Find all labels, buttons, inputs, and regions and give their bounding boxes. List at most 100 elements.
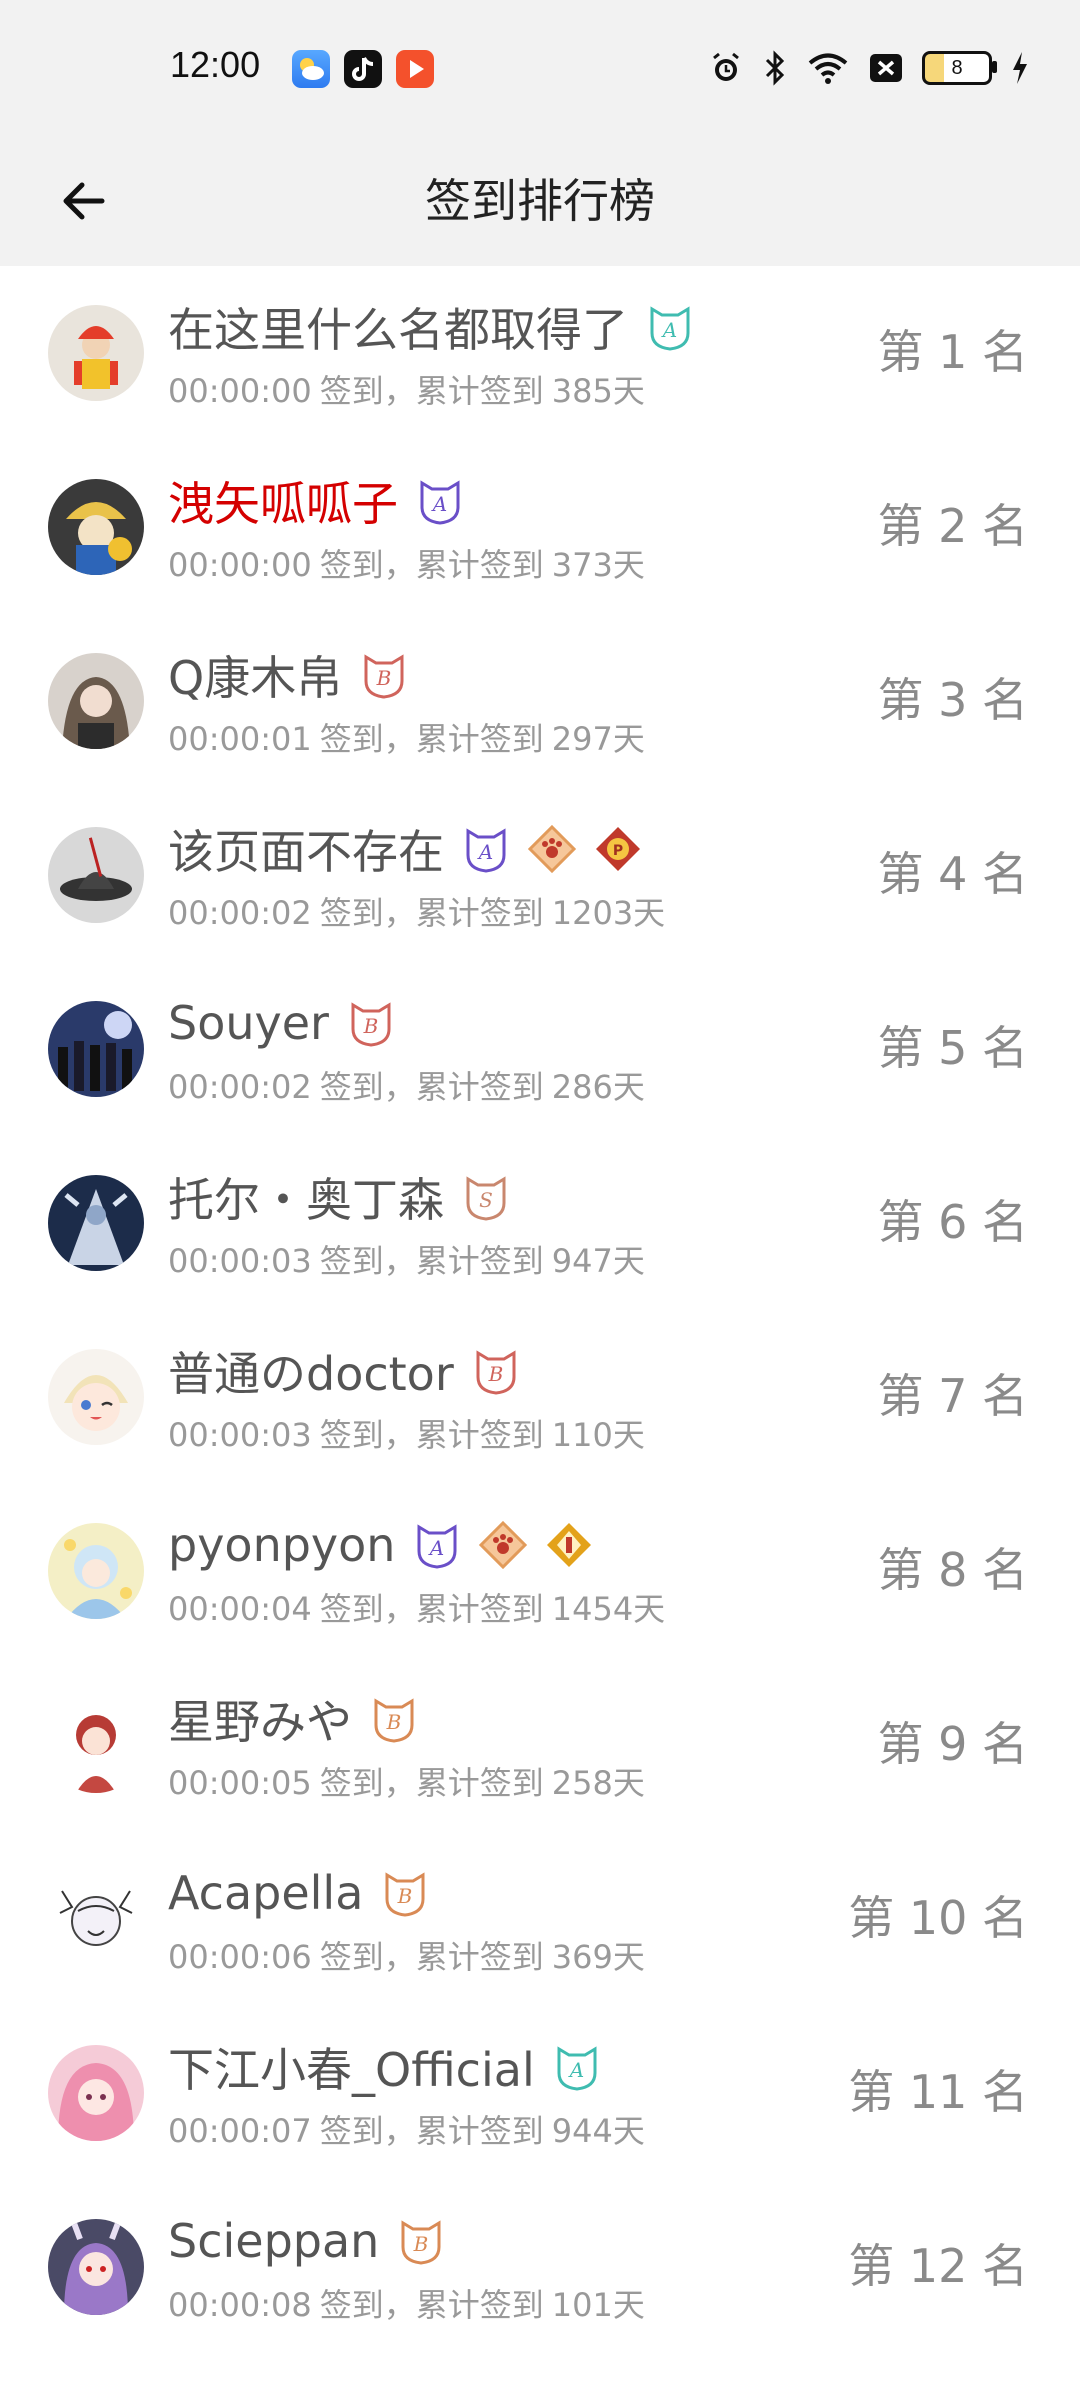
ranking-row[interactable]: 下江小春_Official A 00:00:07 签到，累计签到 944天 第 11 名 bbox=[0, 2006, 1080, 2180]
user-avatar[interactable] bbox=[48, 1349, 144, 1445]
signin-info: 00:00:00 签到，累计签到 385天 bbox=[168, 366, 645, 412]
user-name[interactable]: Q康木帛 bbox=[168, 642, 342, 708]
battery-icon: 8 bbox=[922, 51, 997, 85]
ranking-row[interactable]: 托尔・奥丁森 S 00:00:03 签到，累计签到 947天 第 6 名 bbox=[0, 1136, 1080, 1310]
user-avatar[interactable] bbox=[48, 1001, 144, 1097]
signin-info: 00:00:03 签到，累计签到 110天 bbox=[168, 1410, 645, 1456]
user-name[interactable]: 星野みや bbox=[168, 1686, 352, 1752]
rank-label: 第 11 名 bbox=[848, 2065, 1028, 2119]
svg-text:A: A bbox=[568, 2058, 584, 2082]
total-days: 1454 bbox=[551, 1590, 634, 1628]
signin-info: 00:00:04 签到，累计签到 1454天 bbox=[168, 1584, 665, 1630]
svg-text:P: P bbox=[613, 843, 623, 859]
svg-text:A: A bbox=[477, 840, 493, 864]
badge-b-red-icon: B bbox=[360, 651, 408, 699]
user-avatar[interactable] bbox=[48, 653, 144, 749]
days-unit: 天 bbox=[612, 1764, 645, 1802]
rank-label: 第 8 名 bbox=[877, 1543, 1028, 1597]
charging-icon bbox=[1013, 52, 1027, 84]
user-name[interactable]: Souyer bbox=[168, 996, 329, 1050]
user-avatar[interactable] bbox=[48, 1523, 144, 1619]
battery-level: 8 bbox=[951, 56, 963, 79]
badge-b-orange-icon: B bbox=[381, 1869, 429, 1917]
back-arrow-icon bbox=[63, 182, 105, 220]
days-unit: 天 bbox=[612, 1416, 645, 1454]
ranking-row[interactable]: 在这里什么名都取得了 A 00:00:00 签到，累计签到 385天 第 1 名 bbox=[0, 266, 1080, 440]
svg-text:S: S bbox=[479, 1188, 493, 1212]
user-avatar[interactable] bbox=[48, 2045, 144, 2141]
signin-info: 00:00:00 签到，累计签到 373天 bbox=[168, 540, 645, 586]
signin-time: 00:00:02 bbox=[168, 1068, 312, 1106]
days-unit: 天 bbox=[633, 1590, 666, 1628]
rank-label: 第 5 名 bbox=[877, 1021, 1028, 1075]
signin-info: 00:00:01 签到，累计签到 297天 bbox=[168, 714, 645, 760]
badge-b-orange-icon: B bbox=[397, 2217, 445, 2265]
svg-text:A: A bbox=[661, 318, 677, 342]
total-days: 101 bbox=[551, 2286, 613, 2324]
signin-info: 00:00:02 签到，累计签到 286天 bbox=[168, 1062, 645, 1108]
svg-text:A: A bbox=[428, 1536, 444, 1560]
back-button[interactable] bbox=[50, 166, 120, 236]
badge-a-purple-icon: A bbox=[462, 825, 510, 873]
ranking-row[interactable]: Scieppan B 00:00:08 签到，累计签到 101天 第 12 名 bbox=[0, 2180, 1080, 2354]
wifi-icon bbox=[808, 53, 848, 84]
signin-info: 00:00:06 签到，累计签到 369天 bbox=[168, 1932, 645, 1978]
signin-text: 签到，累计签到 bbox=[319, 372, 544, 410]
user-avatar[interactable] bbox=[48, 1871, 144, 1967]
badge-paw-orange-icon bbox=[479, 1520, 528, 1570]
signin-time: 00:00:07 bbox=[168, 2112, 312, 2150]
user-name[interactable]: 普通のdoctor bbox=[168, 1338, 454, 1404]
user-avatar[interactable] bbox=[48, 305, 144, 401]
total-days: 947 bbox=[551, 1242, 613, 1280]
signin-text: 签到，累计签到 bbox=[319, 1938, 544, 1976]
badge-a-teal-icon: A bbox=[646, 303, 694, 351]
user-name[interactable]: 洩矢呱呱子 bbox=[168, 468, 398, 534]
user-name[interactable]: 托尔・奥丁森 bbox=[168, 1164, 444, 1230]
user-name[interactable]: Scieppan bbox=[168, 2214, 379, 2268]
svg-text:B: B bbox=[397, 1884, 413, 1908]
user-avatar[interactable] bbox=[48, 1175, 144, 1271]
ranking-row[interactable]: 星野みや B 00:00:05 签到，累计签到 258天 第 9 名 bbox=[0, 1658, 1080, 1832]
ranking-list: 在这里什么名都取得了 A 00:00:00 签到，累计签到 385天第 1 名洩矢呱呱子… bbox=[0, 266, 1080, 2354]
ranking-row[interactable]: 该页面不存在 A P 00:00:02 签到，累计签到 1203天 第 4 名 bbox=[0, 788, 1080, 962]
days-unit: 天 bbox=[612, 1242, 645, 1280]
user-avatar[interactable] bbox=[48, 479, 144, 575]
signin-info: 00:00:08 签到，累计签到 101天 bbox=[168, 2280, 645, 2326]
ranking-row[interactable]: 洩矢呱呱子 A 00:00:00 签到，累计签到 373天 第 2 名 bbox=[0, 440, 1080, 614]
user-name[interactable]: 在这里什么名都取得了 bbox=[168, 294, 628, 360]
user-avatar[interactable] bbox=[48, 827, 144, 923]
name-line: 在这里什么名都取得了 A bbox=[168, 296, 694, 358]
days-unit: 天 bbox=[612, 2112, 645, 2150]
name-line: Scieppan B bbox=[168, 2210, 445, 2272]
signin-time: 00:00:08 bbox=[168, 2286, 312, 2324]
badge-a-purple-icon: A bbox=[416, 477, 464, 525]
signin-info: 00:00:05 签到，累计签到 258天 bbox=[168, 1758, 645, 1804]
days-unit: 天 bbox=[633, 894, 666, 932]
user-name[interactable]: Acapella bbox=[168, 1866, 363, 1920]
ranking-row[interactable]: 普通のdoctor B 00:00:03 签到，累计签到 110天 第 7 名 bbox=[0, 1310, 1080, 1484]
days-unit: 天 bbox=[612, 1068, 645, 1106]
ranking-row[interactable]: pyonpyon A 00:00:04 签到，累计签到 1454天 第 8 名 bbox=[0, 1484, 1080, 1658]
total-days: 373 bbox=[551, 546, 613, 584]
no-sim-icon bbox=[870, 54, 902, 82]
days-unit: 天 bbox=[612, 2286, 645, 2324]
signin-time: 00:00:05 bbox=[168, 1764, 312, 1802]
ranking-row[interactable]: Acapella B 00:00:06 签到，累计签到 369天 第 10 名 bbox=[0, 1832, 1080, 2006]
user-avatar[interactable] bbox=[48, 2219, 144, 2315]
user-avatar[interactable] bbox=[48, 1697, 144, 1793]
badge-paw-orange-icon bbox=[527, 824, 577, 874]
signin-info: 00:00:03 签到，累计签到 947天 bbox=[168, 1236, 645, 1282]
signin-text: 签到，累计签到 bbox=[319, 2112, 544, 2150]
rank-label: 第 10 名 bbox=[848, 1891, 1028, 1945]
name-line: Q康木帛 B bbox=[168, 644, 408, 706]
status-bar: 12:00 8 bbox=[0, 0, 1080, 136]
user-name[interactable]: pyonpyon bbox=[168, 1518, 395, 1572]
user-name[interactable]: 该页面不存在 bbox=[168, 816, 444, 882]
alarm-icon bbox=[713, 52, 739, 81]
name-line: 该页面不存在 A P bbox=[168, 818, 642, 880]
user-name[interactable]: 下江小春_Official bbox=[168, 2034, 535, 2100]
signin-text: 签到，累计签到 bbox=[319, 1068, 544, 1106]
name-line: pyonpyon A bbox=[168, 1514, 593, 1576]
ranking-row[interactable]: Souyer B 00:00:02 签到，累计签到 286天 第 5 名 bbox=[0, 962, 1080, 1136]
ranking-row[interactable]: Q康木帛 B 00:00:01 签到，累计签到 297天 第 3 名 bbox=[0, 614, 1080, 788]
